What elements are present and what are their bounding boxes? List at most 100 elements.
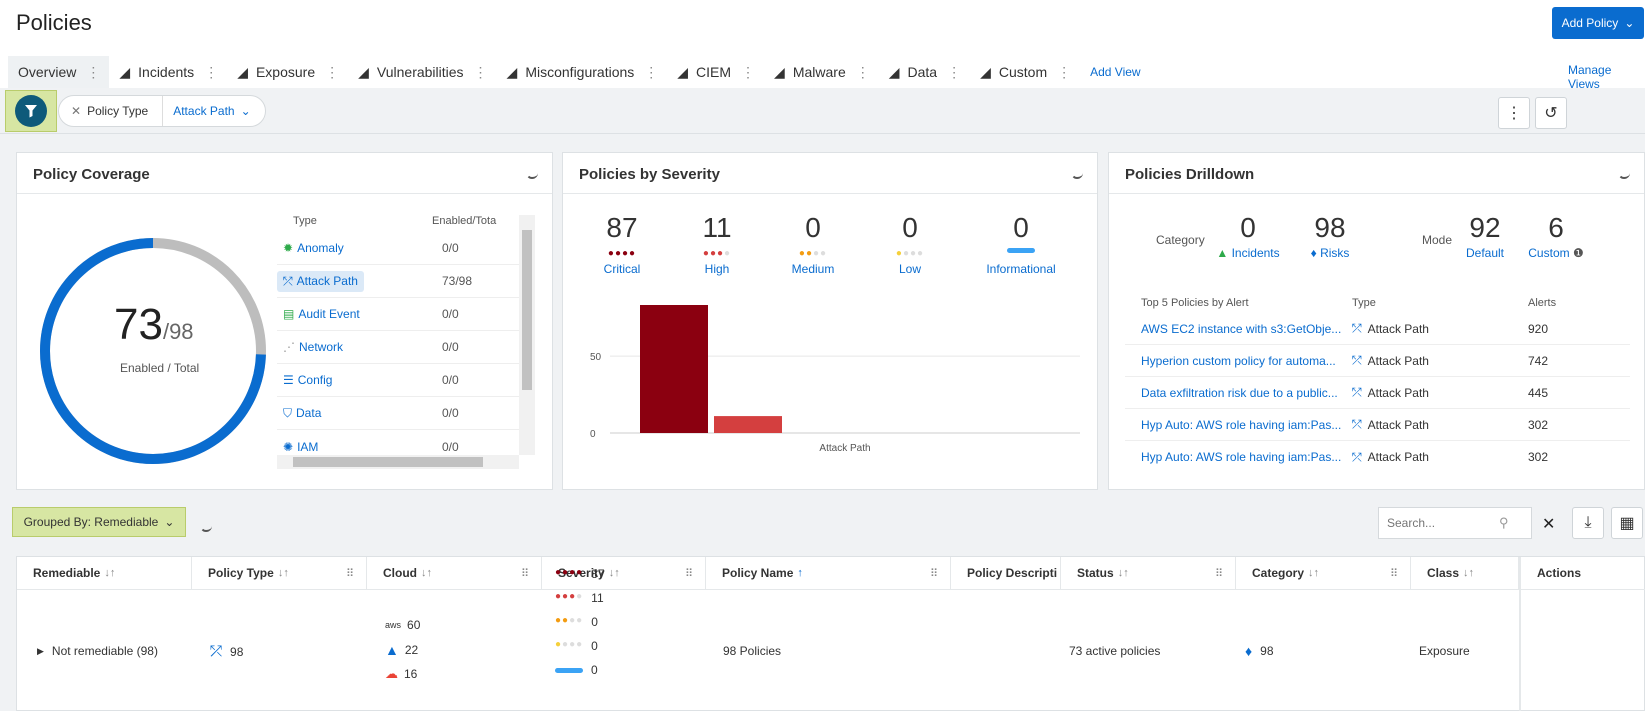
download-button[interactable]: ⤓ — [1572, 507, 1604, 539]
column-settings-button[interactable]: ▦ — [1611, 507, 1643, 539]
drag-handle-icon[interactable]: ⠿ — [1390, 567, 1398, 580]
header-remediable[interactable]: Remediable ↓↑ — [17, 557, 192, 590]
severity-critical[interactable]: 87 ●●●● Critical — [598, 212, 646, 276]
table-row[interactable]: ☰ Config 0/0 — [277, 364, 521, 397]
table-row[interactable]: Hyp Auto: AWS role having iam:Pas... ⤱ Att… — [1125, 441, 1630, 473]
scrollbar-thumb[interactable] — [522, 230, 532, 390]
policy-link[interactable]: Hyperion custom policy for automa... — [1125, 354, 1352, 368]
tab-malware[interactable]: ◢ Malware ⋮ — [764, 56, 879, 88]
vertical-scrollbar[interactable] — [519, 215, 535, 455]
table-row[interactable]: ⤱ Attack Path 73/98 — [277, 265, 521, 298]
custom-stat[interactable]: 6 Custom ❶ — [1524, 212, 1588, 260]
filter-chip-value[interactable]: Attack Path ⌄ — [163, 104, 264, 118]
header-status[interactable]: Status ↓↑ ⠿ — [1061, 557, 1236, 590]
tab-overview[interactable]: Overview ⋮ — [8, 56, 110, 88]
policy-link[interactable]: Hyp Auto: AWS role having iam:Pas... — [1125, 418, 1352, 432]
drag-handle-icon[interactable]: ⠿ — [930, 567, 938, 580]
type-name[interactable]: ⤱ Attack Path — [277, 270, 364, 292]
tab-exposure[interactable]: ◢ Exposure ⋮ — [227, 56, 348, 88]
risks-link[interactable]: ♦ Risks — [1302, 246, 1358, 260]
table-row[interactable]: ▤ Audit Event 0/0 — [277, 298, 521, 331]
tab-misconfigurations[interactable]: ◢ Misconfigurations ⋮ — [497, 56, 668, 88]
sort-icon[interactable]: ↓↑ — [104, 567, 115, 579]
drag-handle-icon[interactable]: ⠿ — [346, 567, 354, 580]
kebab-icon[interactable]: ⋮ — [947, 64, 961, 81]
info-icon[interactable]: ❶ — [1573, 246, 1584, 260]
kebab-icon[interactable]: ⋮ — [204, 64, 218, 81]
manage-views-link[interactable]: Manage Views — [1568, 63, 1645, 91]
severity-label[interactable]: Informational — [983, 262, 1059, 276]
sort-icon[interactable]: ↓↑ — [278, 567, 289, 579]
type-name[interactable]: ▤ Audit Event — [277, 304, 442, 324]
table-row[interactable]: Hyp Auto: AWS role having iam:Pas... ⤱ Att… — [1125, 409, 1630, 441]
type-name[interactable]: ⛉ Data — [277, 403, 442, 424]
severity-label[interactable]: Critical — [598, 262, 646, 276]
tab-ciem[interactable]: ◢ CIEM ⋮ — [667, 56, 764, 88]
sort-icon[interactable]: ↓↑ — [609, 567, 620, 579]
incidents-stat[interactable]: 0 ▲ Incidents — [1212, 212, 1284, 260]
header-policy-name[interactable]: Policy Name ↑ ⠿ — [706, 557, 951, 590]
sort-icon[interactable]: ↓↑ — [1308, 567, 1319, 579]
risks-stat[interactable]: 98 ♦ Risks — [1302, 212, 1358, 260]
severity-label[interactable]: Low — [886, 262, 934, 276]
tab-data[interactable]: ◢ Data ⋮ — [879, 56, 970, 88]
drag-handle-icon[interactable]: ⠿ — [1215, 567, 1223, 580]
filter-button[interactable] — [15, 95, 47, 127]
header-cloud[interactable]: Cloud ↓↑ ⠿ — [367, 557, 542, 590]
add-policy-button[interactable]: Add Policy ⌄ — [1552, 7, 1644, 39]
caret-right-icon[interactable]: ▶ — [37, 646, 44, 657]
table-row[interactable]: ✹ Anomaly 0/0 — [277, 232, 521, 265]
type-name[interactable]: ✺ IAM — [277, 437, 442, 457]
table-row[interactable]: Hyperion custom policy for automa... ⤱ Att… — [1125, 345, 1630, 377]
search-input[interactable] — [1387, 516, 1499, 530]
policy-link[interactable]: Hyp Auto: AWS role having iam:Pas... — [1125, 450, 1352, 464]
sort-icon[interactable]: ↓↑ — [421, 567, 432, 579]
header-policy-type[interactable]: Policy Type ↓↑ ⠿ — [192, 557, 367, 590]
horizontal-scrollbar[interactable] — [277, 455, 519, 469]
severity-label[interactable]: Medium — [787, 262, 839, 276]
custom-link[interactable]: Custom ❶ — [1524, 246, 1588, 260]
kebab-icon[interactable]: ⋮ — [325, 64, 339, 81]
kebab-icon[interactable]: ⋮ — [644, 64, 658, 81]
group-row-toggle[interactable]: ▶ Not remediable (98) — [37, 644, 158, 658]
drag-handle-icon[interactable]: ⠿ — [521, 567, 529, 580]
remove-filter-icon[interactable]: ✕ — [59, 104, 87, 118]
tab-custom[interactable]: ◢ Custom ⋮ — [970, 56, 1080, 88]
severity-high[interactable]: 11 ●●●● High — [693, 212, 741, 276]
policy-link[interactable]: AWS EC2 instance with s3:GetObje... — [1125, 322, 1352, 336]
sort-icon[interactable]: ↓↑ — [1118, 567, 1129, 579]
tab-vulnerabilities[interactable]: ◢ Vulnerabilities ⋮ — [348, 56, 496, 88]
table-row[interactable]: ⛉ Data 0/0 — [277, 397, 521, 430]
table-row[interactable]: AWS EC2 instance with s3:GetObje... ⤱ Atta… — [1125, 313, 1630, 345]
type-name[interactable]: ☰ Config — [277, 370, 442, 390]
more-options-button[interactable]: ⋮ — [1498, 97, 1530, 129]
type-name[interactable]: ⋰ Network — [277, 337, 442, 357]
bar-high[interactable] — [714, 416, 782, 433]
kebab-icon[interactable]: ⋮ — [474, 64, 488, 81]
default-stat[interactable]: 92 Default — [1460, 212, 1510, 260]
type-name[interactable]: ✹ Anomaly — [277, 238, 442, 258]
header-category[interactable]: Category ↓↑ ⠿ — [1236, 557, 1411, 590]
kebab-icon[interactable]: ⋮ — [856, 64, 870, 81]
table-row[interactable]: ⋰ Network 0/0 — [277, 331, 521, 364]
incidents-link[interactable]: ▲ Incidents — [1212, 246, 1284, 260]
kebab-icon[interactable]: ⋮ — [86, 64, 100, 81]
reset-button[interactable]: ↺ — [1535, 97, 1567, 129]
search-icon[interactable]: ⚲ — [1499, 515, 1509, 531]
kebab-icon[interactable]: ⋮ — [741, 64, 755, 81]
default-link[interactable]: Default — [1460, 246, 1510, 260]
tab-incidents[interactable]: ◢ Incidents ⋮ — [109, 56, 227, 88]
header-class[interactable]: Class ↓↑ — [1411, 557, 1519, 590]
severity-low[interactable]: 0 ●●●● Low — [886, 212, 934, 276]
grouped-by-dropdown[interactable]: Grouped By: Remediable ⌄ — [12, 507, 186, 537]
table-row[interactable]: Data exfiltration risk due to a public..… — [1125, 377, 1630, 409]
severity-medium[interactable]: 0 ●●●● Medium — [787, 212, 839, 276]
severity-informational[interactable]: 0 Informational — [983, 212, 1059, 276]
add-view-link[interactable]: Add View — [1090, 65, 1140, 79]
sort-asc-icon[interactable]: ↑ — [797, 567, 803, 579]
bar-critical[interactable] — [640, 305, 708, 433]
header-policy-description[interactable]: Policy Descripti — [951, 557, 1061, 590]
policy-link[interactable]: Data exfiltration risk due to a public..… — [1125, 386, 1352, 400]
scrollbar-thumb[interactable] — [293, 457, 483, 467]
kebab-icon[interactable]: ⋮ — [1057, 64, 1071, 81]
